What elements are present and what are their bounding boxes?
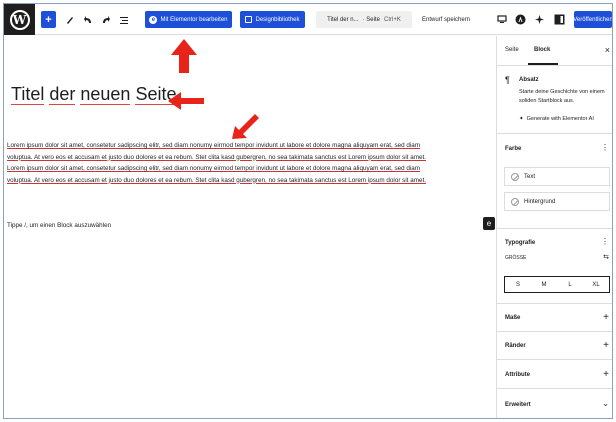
- block-placeholder[interactable]: Tippe /, um einen Block auszuwählen: [7, 222, 111, 229]
- paragraph-block[interactable]: Lorem ipsum dolor sit amet, consetetur s…: [7, 140, 491, 186]
- plus-icon: +: [603, 312, 609, 323]
- editor-canvas[interactable]: Titel der neuen Seite Lorem ipsum dolor …: [4, 36, 495, 418]
- advanced-panel-title: Erweitert: [505, 402, 531, 408]
- settings-sidebar: Seite Block × ¶ Absatz Starte deine Gesc…: [496, 36, 612, 418]
- top-toolbar: W + e Mit Elementor bearbeiten Designbib…: [4, 4, 612, 35]
- tab-page[interactable]: Seite: [505, 47, 519, 53]
- chevron-down-icon: ⌄: [602, 399, 609, 408]
- edit-with-elementor-label: Mit Elementor bearbeiten: [160, 16, 228, 23]
- design-library-label: Designbibliothek: [255, 16, 300, 23]
- attributes-panel[interactable]: Attribute +: [497, 360, 612, 389]
- size-label: GRÖSSE: [505, 255, 527, 261]
- wordpress-logo-button[interactable]: W: [4, 4, 35, 35]
- sidebar-tabs: Seite Block ×: [497, 36, 612, 66]
- advanced-panel[interactable]: Erweitert ⌄: [497, 389, 612, 418]
- paragraph-line: Lorem ipsum dolor sit amet, consetetur s…: [7, 142, 421, 149]
- text-color-option[interactable]: Text: [504, 167, 610, 186]
- edit-tool-icon[interactable]: [64, 11, 76, 28]
- generate-ai-link[interactable]: ✦ Generate with Elementor AI: [519, 116, 594, 122]
- add-block-button[interactable]: +: [41, 11, 56, 28]
- dimensions-panel-title: Maße: [505, 315, 521, 321]
- document-overview-icon[interactable]: [118, 11, 130, 28]
- ai-assistant-icon[interactable]: [514, 11, 526, 28]
- block-card: ¶ Absatz Starte deine Geschichte von ein…: [497, 66, 612, 134]
- background-color-label: Hintergrund: [524, 198, 556, 205]
- document-type: · Seite: [362, 16, 380, 23]
- elementor-icon: e: [149, 15, 158, 24]
- active-tab-indicator: [528, 63, 558, 65]
- dimensions-panel[interactable]: Maße +: [497, 304, 612, 332]
- size-option-m[interactable]: M: [531, 277, 557, 292]
- color-panel-title: Farbe: [505, 146, 522, 152]
- plus-icon: +: [603, 340, 609, 351]
- borders-panel[interactable]: Ränder +: [497, 332, 612, 360]
- background-color-option[interactable]: Hintergrund: [504, 192, 610, 211]
- editor-window: W + e Mit Elementor bearbeiten Designbib…: [3, 3, 613, 419]
- color-options-icon[interactable]: ⋮: [601, 143, 609, 152]
- title-word: neuen: [80, 84, 131, 105]
- document-title: Titel der n...: [327, 16, 359, 23]
- generate-ai-label: Generate with Elementor AI: [526, 116, 594, 122]
- attributes-panel-title: Attribute: [505, 372, 530, 378]
- block-description: Starte deine Geschichte von einem solide…: [519, 89, 605, 104]
- block-inserter-icon[interactable]: e: [483, 217, 495, 230]
- command-shortcut: Ctrl+K: [383, 16, 401, 23]
- text-color-label: Text: [524, 173, 536, 180]
- size-option-s[interactable]: S: [505, 277, 531, 292]
- redo-icon[interactable]: [100, 11, 112, 28]
- diagonal-arrow-annotation: [232, 114, 259, 139]
- font-size-selector: S M L XL: [504, 276, 610, 293]
- paragraph-line: voluptua. At vero eos et accusam et just…: [7, 176, 426, 184]
- paragraph-line: Lorem ipsum dolor sit amet, consetetur s…: [7, 165, 421, 172]
- title-word: Titel: [11, 84, 45, 105]
- empty-swatch-icon: [511, 172, 519, 181]
- empty-swatch-icon: [511, 197, 519, 206]
- typography-options-icon[interactable]: ⋮: [601, 237, 609, 246]
- undo-icon[interactable]: [82, 11, 94, 28]
- close-icon[interactable]: ×: [605, 45, 610, 55]
- plus-icon: +: [603, 369, 609, 380]
- ai-sparkle-icon: ✦: [519, 116, 524, 122]
- page-title[interactable]: Titel der neuen Seite: [11, 84, 177, 105]
- size-option-xl[interactable]: XL: [583, 277, 609, 292]
- wordpress-icon: W: [9, 9, 30, 30]
- design-library-button[interactable]: Designbibliothek: [240, 11, 305, 28]
- borders-panel-title: Ränder: [505, 343, 526, 349]
- custom-size-icon[interactable]: ⇆: [603, 253, 609, 261]
- publish-button[interactable]: Veröffentlichen: [573, 11, 612, 28]
- document-bar[interactable]: Titel der n... · Seite Ctrl+K: [316, 11, 412, 28]
- typography-panel-title: Typografie: [505, 240, 536, 246]
- color-panel: Farbe ⋮ Text Hintergrund: [497, 134, 612, 229]
- size-option-l[interactable]: L: [557, 277, 583, 292]
- tab-block[interactable]: Block: [534, 47, 550, 53]
- library-icon: [245, 16, 253, 23]
- save-draft-button[interactable]: Entwurf speichern: [422, 11, 470, 28]
- left-arrow-annotation: [168, 92, 204, 110]
- edit-with-elementor-button[interactable]: e Mit Elementor bearbeiten: [145, 11, 232, 28]
- sparkle-icon[interactable]: [533, 11, 545, 28]
- paragraph-icon: ¶: [505, 75, 510, 85]
- preview-icon[interactable]: [496, 11, 508, 28]
- block-name: Absatz: [519, 77, 539, 83]
- paragraph-line: voluptua. At vero eos et accusam et just…: [7, 153, 426, 161]
- title-word: der: [49, 84, 76, 105]
- settings-panel-icon[interactable]: [552, 11, 566, 28]
- up-arrow-annotation: [171, 39, 197, 73]
